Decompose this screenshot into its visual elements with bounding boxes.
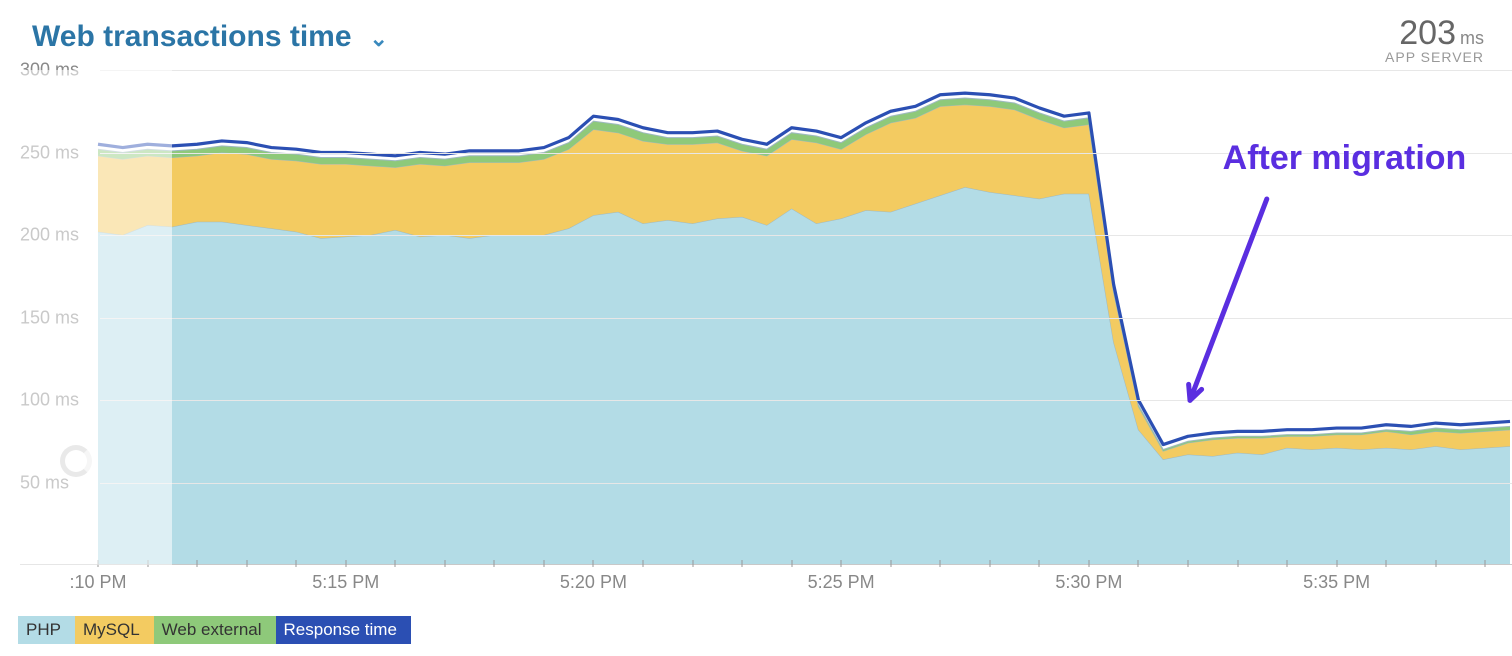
- x-axis-tick: [742, 560, 743, 567]
- chart-title-text: Web transactions time: [32, 20, 352, 54]
- x-axis-tick: [1336, 560, 1337, 567]
- chart-title-dropdown[interactable]: Web transactions time ⌄: [32, 20, 388, 54]
- x-axis-label: 5:30 PM: [1055, 572, 1122, 593]
- x-axis-tick: [147, 560, 148, 567]
- x-axis-tick: [197, 560, 198, 567]
- x-axis-label: 5:25 PM: [808, 572, 875, 593]
- legend-item[interactable]: Response time: [276, 616, 411, 644]
- x-axis-tick: [395, 560, 396, 567]
- x-axis-tick: [642, 560, 643, 567]
- annotation-arrow-icon: [1170, 179, 1370, 379]
- x-axis-tick: [593, 560, 594, 567]
- top-right-unit: ms: [1460, 28, 1484, 48]
- x-axis-tick: [1088, 560, 1089, 567]
- y-axis-label: 100 ms: [20, 390, 79, 411]
- legend-label: PHP: [26, 620, 61, 640]
- legend-label: Web external: [162, 620, 262, 640]
- x-axis-tick: [1138, 560, 1139, 567]
- legend-label: Response time: [284, 620, 397, 640]
- x-axis-tick: [1187, 560, 1188, 567]
- x-axis-tick: [345, 560, 346, 567]
- x-axis-label: 5:35 PM: [1303, 572, 1370, 593]
- top-right-sublabel: APP SERVER: [1385, 49, 1484, 65]
- gridline: [100, 70, 1512, 71]
- x-axis-tick: [543, 560, 544, 567]
- legend-item[interactable]: MySQL: [75, 616, 154, 644]
- x-axis-tick: [1039, 560, 1040, 567]
- x-axis-label: :10 PM: [69, 572, 126, 593]
- x-axis-tick: [1237, 560, 1238, 567]
- x-axis-tick: [989, 560, 990, 567]
- x-axis-tick: [444, 560, 445, 567]
- legend-item[interactable]: PHP: [18, 616, 75, 644]
- y-axis-label: 300 ms: [20, 60, 79, 81]
- legend-label: MySQL: [83, 620, 140, 640]
- x-axis-tick: [1287, 560, 1288, 567]
- top-right-value: 203ms APP SERVER: [1385, 14, 1484, 65]
- chart-legend: PHP MySQL Web external Response time: [18, 616, 411, 644]
- gridline: [100, 400, 1512, 401]
- y-axis-label: 150 ms: [20, 307, 79, 328]
- x-axis-label: 5:15 PM: [312, 572, 379, 593]
- x-axis-tick: [1435, 560, 1436, 567]
- x-axis-tick: [296, 560, 297, 567]
- x-axis-tick: [494, 560, 495, 567]
- gridline: [100, 483, 1512, 484]
- y-axis-label: 50 ms: [20, 472, 69, 493]
- x-axis-tick: [98, 560, 99, 567]
- top-right-number: 203: [1399, 14, 1456, 52]
- x-axis-tick: [1386, 560, 1387, 567]
- chevron-down-icon: ⌄: [370, 26, 388, 52]
- x-axis-label: 5:20 PM: [560, 572, 627, 593]
- x-axis-tick: [940, 560, 941, 567]
- annotation-after-migration: After migration: [1223, 139, 1467, 178]
- legend-item[interactable]: Web external: [154, 616, 276, 644]
- x-axis-tick: [890, 560, 891, 567]
- x-axis-tick: [692, 560, 693, 567]
- x-axis-tick: [791, 560, 792, 567]
- x-axis-tick: [1485, 560, 1486, 567]
- y-axis-label: 200 ms: [20, 225, 79, 246]
- x-axis-tick: [841, 560, 842, 567]
- y-axis-label: 250 ms: [20, 142, 79, 163]
- x-axis-tick: [246, 560, 247, 567]
